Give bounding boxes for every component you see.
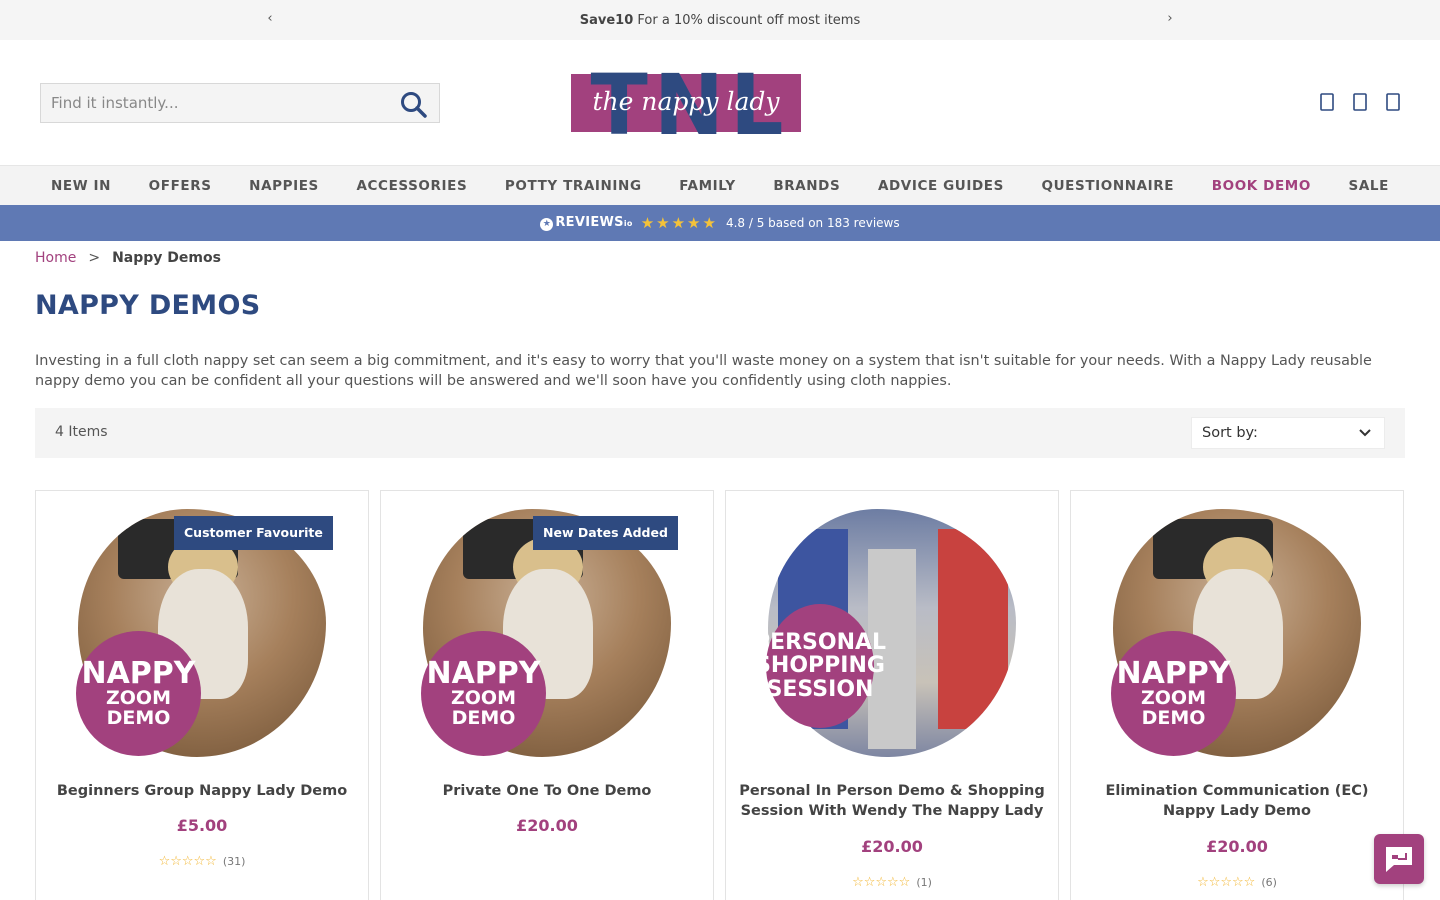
product-image[interactable]: PERSONAL SHOPPING SESSION	[754, 509, 1016, 757]
nav-book-demo[interactable]: BOOK DEMO	[1212, 178, 1311, 194]
product-name[interactable]: Personal In Person Demo & Shopping Sessi…	[736, 781, 1048, 821]
site-logo[interactable]: TNL the nappy lady	[571, 57, 801, 153]
product-card[interactable]: NAPPY ZOOM DEMO Customer Favourite Beginn…	[35, 490, 369, 900]
nav-questionnaire[interactable]: QUESTIONNAIRE	[1042, 178, 1175, 194]
promo-text: Save10 For a 10% discount off most items	[580, 13, 861, 28]
reviews-brand-suffix: io	[623, 219, 633, 228]
review-count: (6)	[1261, 876, 1277, 889]
nav-new-in[interactable]: NEW IN	[51, 178, 111, 194]
reviews-brand: REVIEWS	[555, 215, 624, 230]
chevron-down-icon	[1358, 424, 1372, 446]
badge-big-text: PERSONAL	[753, 630, 887, 656]
review-count: (1)	[916, 876, 932, 889]
sort-label: Sort by:	[1202, 425, 1258, 441]
nav-brands[interactable]: BRANDS	[773, 178, 840, 194]
main-nav: NEW IN OFFERS NAPPIES ACCESSORIES POTTY …	[0, 165, 1440, 205]
breadcrumb-home[interactable]: Home	[35, 250, 76, 266]
product-price: £20.00	[861, 837, 923, 856]
product-card[interactable]: NAPPY ZOOM DEMO Elimination Communication…	[1070, 490, 1404, 900]
search-input[interactable]	[41, 84, 391, 122]
product-name[interactable]: Private One To One Demo	[391, 781, 703, 801]
nav-advice-guides[interactable]: ADVICE GUIDES	[878, 178, 1004, 194]
rating-stars: ☆☆☆☆☆	[1197, 875, 1256, 890]
product-rating[interactable]: ☆☆☆☆☆ (6)	[1071, 875, 1403, 890]
badge-big-text: NAPPY	[81, 655, 196, 691]
product-card[interactable]: PERSONAL SHOPPING SESSION Personal In Per…	[725, 490, 1059, 900]
product-image-badge: NAPPY ZOOM DEMO	[1111, 631, 1236, 756]
nav-nappies[interactable]: NAPPIES	[249, 178, 319, 194]
product-price: £20.00	[516, 816, 578, 835]
review-count: (31)	[222, 855, 246, 868]
wishlist-icon[interactable]	[1349, 90, 1371, 114]
rating-stars: ☆☆☆☆☆	[852, 875, 911, 890]
breadcrumb-current: Nappy Demos	[112, 250, 221, 266]
reviews-star-icon: ★	[540, 218, 554, 231]
page-intro: Investing in a full cloth nappy set can …	[35, 353, 1372, 389]
site-header: TNL the nappy lady	[0, 40, 1440, 165]
reviews-bar[interactable]: ★ REVIEWSio ★★★★★ 4.8 / 5 based on 183 re…	[0, 205, 1440, 241]
badge-big-text: NAPPY	[426, 655, 541, 691]
header-icons	[1316, 90, 1404, 114]
nav-potty-training[interactable]: POTTY TRAINING	[505, 178, 642, 194]
product-rating[interactable]: ☆☆☆☆☆ (31)	[36, 854, 368, 869]
product-ribbon: New Dates Added	[533, 516, 678, 550]
product-grid: NAPPY ZOOM DEMO Customer Favourite Beginn…	[35, 490, 1405, 900]
product-name[interactable]: Elimination Communication (EC) Nappy Lad…	[1081, 781, 1393, 821]
rating-stars: ☆☆☆☆☆	[158, 854, 217, 869]
basket-icon[interactable]	[1382, 90, 1404, 114]
product-image[interactable]: NAPPY ZOOM DEMO	[1111, 509, 1361, 757]
product-image-badge: NAPPY ZOOM DEMO	[421, 631, 546, 756]
product-toolbar: 4 Items Sort by:	[35, 408, 1405, 458]
page-title: NAPPY DEMOS	[35, 290, 261, 321]
product-price: £5.00	[176, 816, 228, 835]
badge-small-text: ZOOM DEMO	[451, 687, 516, 730]
reviews-logo: ★ REVIEWSio	[540, 215, 632, 231]
nav-family[interactable]: FAMILY	[679, 178, 735, 194]
product-image-badge: NAPPY ZOOM DEMO	[76, 631, 201, 756]
chevron-right-icon[interactable]: ›	[1162, 11, 1178, 29]
chevron-left-icon[interactable]: ‹	[262, 11, 278, 29]
search-box	[40, 83, 440, 123]
badge-big-text: NAPPY	[1116, 655, 1231, 691]
product-ribbon: Customer Favourite	[174, 516, 333, 550]
chat-icon[interactable]	[1374, 834, 1424, 884]
nav-sale[interactable]: SALE	[1349, 178, 1389, 194]
promo-code: Save10	[579, 12, 634, 28]
badge-small-text: SHOPPING SESSION	[755, 653, 885, 702]
search-icon[interactable]	[399, 90, 429, 118]
product-name[interactable]: Beginners Group Nappy Lady Demo	[46, 781, 358, 801]
logo-tagline: the nappy lady	[592, 87, 780, 116]
nav-accessories[interactable]: ACCESSORIES	[357, 178, 468, 194]
breadcrumb: Home > Nappy Demos	[35, 250, 221, 266]
promo-message: For a 10% discount off most items	[637, 12, 861, 28]
product-rating[interactable]: ☆☆☆☆☆ (1)	[726, 875, 1058, 890]
nav-offers[interactable]: OFFERS	[149, 178, 212, 194]
promo-bar: ‹ Save10 For a 10% discount off most ite…	[0, 0, 1440, 40]
badge-small-text: ZOOM DEMO	[106, 687, 171, 730]
product-image-badge: PERSONAL SHOPPING SESSION	[754, 604, 886, 728]
account-icon[interactable]	[1316, 90, 1338, 114]
product-card[interactable]: NAPPY ZOOM DEMO New Dates Added Private O…	[380, 490, 714, 900]
item-count: 4 Items	[55, 424, 108, 440]
reviews-stars: ★★★★★	[640, 214, 718, 232]
reviews-score: 4.8 / 5 based on 183 reviews	[725, 216, 900, 230]
breadcrumb-separator: >	[88, 250, 101, 266]
product-price: £20.00	[1206, 837, 1268, 856]
badge-small-text: ZOOM DEMO	[1141, 687, 1206, 730]
sort-select[interactable]: Sort by:	[1191, 417, 1385, 449]
